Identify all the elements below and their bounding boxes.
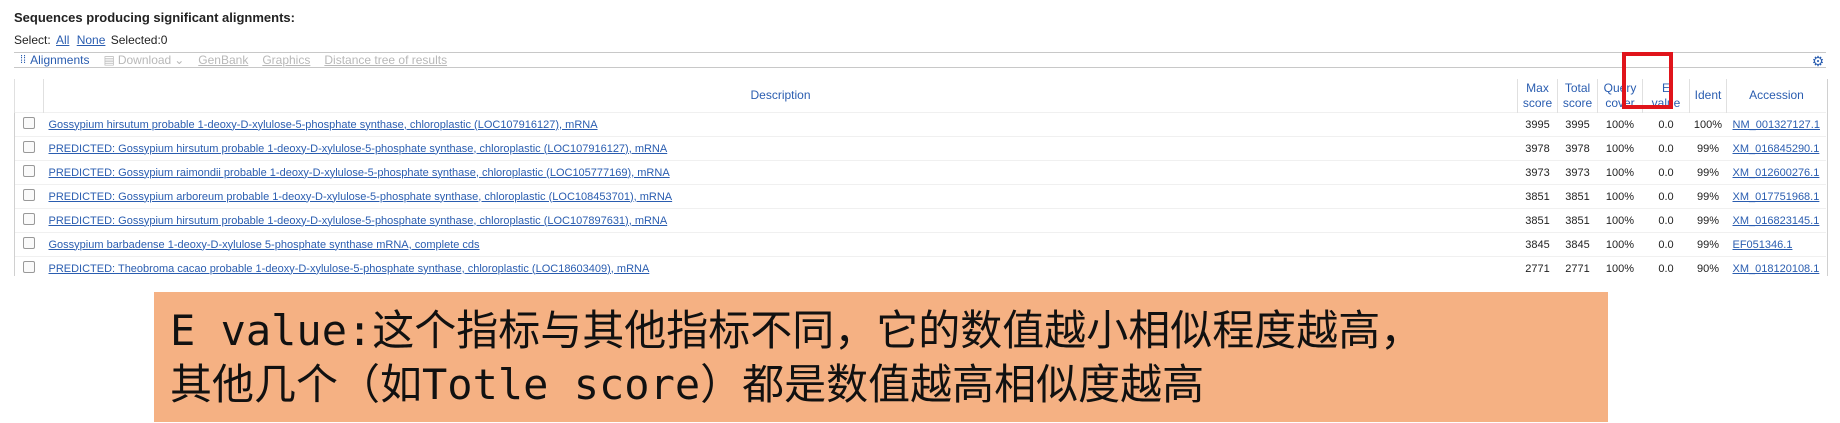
row-checkbox[interactable] (23, 141, 35, 153)
section-heading: Sequences producing significant alignmen… (14, 10, 295, 25)
ident: 100% (1689, 112, 1727, 137)
download-label: Download (117, 53, 172, 67)
query-cover: 100% (1597, 232, 1643, 257)
alignments-icon: ⁞⁞ (20, 54, 27, 66)
accession-link[interactable]: XM_018120108.1 (1733, 263, 1820, 275)
col-max-score[interactable]: Max score (1517, 79, 1558, 113)
download-button[interactable]: ▤ Download ⌄ (104, 53, 185, 67)
total-score: 3845 (1557, 232, 1598, 257)
select-all-link[interactable]: All (56, 33, 69, 47)
e-value: 0.0 (1642, 232, 1690, 257)
row-checkbox[interactable] (23, 213, 35, 225)
table-row: PREDICTED: Gossypium arboreum probable 1… (14, 184, 1826, 209)
e-value-highlight-box (1622, 52, 1673, 109)
accession-link[interactable]: XM_012600276.1 (1733, 167, 1820, 179)
accession-link[interactable]: XM_016845290.1 (1733, 143, 1820, 155)
selected-count: Selected:0 (110, 33, 168, 47)
description-link[interactable]: PREDICTED: Theobroma cacao probable 1-de… (49, 263, 650, 275)
max-score: 3978 (1517, 136, 1558, 161)
accession-link[interactable]: NM_001327127.1 (1733, 119, 1820, 131)
e-value: 0.0 (1642, 112, 1690, 137)
total-score: 3851 (1557, 208, 1598, 233)
description-link[interactable]: Gossypium barbadense 1-deoxy-D-xylulose … (49, 239, 480, 251)
header-checkbox-col (14, 79, 44, 113)
total-score: 2771 (1557, 256, 1598, 280)
table-row: PREDICTED: Gossypium raimondii probable … (14, 160, 1826, 185)
query-cover: 100% (1597, 208, 1643, 233)
genbank-link[interactable]: GenBank (198, 53, 248, 67)
description-link[interactable]: Gossypium hirsutum probable 1-deoxy-D-xy… (49, 119, 598, 131)
ident: 99% (1689, 232, 1727, 257)
max-score: 3845 (1517, 232, 1558, 257)
alignments-label: Alignments (30, 53, 90, 67)
max-score: 2771 (1517, 256, 1558, 280)
max-score: 3851 (1517, 184, 1558, 209)
table-row: Gossypium barbadense 1-deoxy-D-xylulose … (14, 232, 1826, 257)
ident: 99% (1689, 136, 1727, 161)
e-value: 0.0 (1642, 256, 1690, 280)
select-label: Select: (14, 33, 51, 47)
table-row: PREDICTED: Theobroma cacao probable 1-de… (14, 256, 1826, 280)
col-total-score[interactable]: Total score (1557, 79, 1598, 113)
row-checkbox[interactable] (23, 189, 35, 201)
table-row: PREDICTED: Gossypium hirsutum probable 1… (14, 208, 1826, 233)
row-checkbox[interactable] (23, 261, 35, 273)
total-score: 3995 (1557, 112, 1598, 137)
table-row: PREDICTED: Gossypium hirsutum probable 1… (14, 136, 1826, 161)
download-icon: ▤ (103, 53, 115, 67)
description-link[interactable]: PREDICTED: Gossypium arboreum probable 1… (49, 191, 673, 203)
max-score: 3995 (1517, 112, 1558, 137)
select-bar: Select: All None Selected:0 (14, 33, 167, 47)
ident: 90% (1689, 256, 1727, 280)
alignments-button[interactable]: ⁞⁞ Alignments (20, 53, 90, 67)
description-link[interactable]: PREDICTED: Gossypium hirsutum probable 1… (49, 215, 668, 227)
query-cover: 100% (1597, 136, 1643, 161)
accession-link[interactable]: XM_017751968.1 (1733, 191, 1820, 203)
query-cover: 100% (1597, 184, 1643, 209)
total-score: 3973 (1557, 160, 1598, 185)
distance-tree-link[interactable]: Distance tree of results (324, 53, 447, 67)
table-header-row: Description Max score Total score Query cov… (14, 79, 1826, 113)
row-checkbox[interactable] (23, 117, 35, 129)
e-value: 0.0 (1642, 160, 1690, 185)
col-accession[interactable]: Accession (1726, 79, 1826, 113)
total-score: 3851 (1557, 184, 1598, 209)
query-cover: 100% (1597, 112, 1643, 137)
results-toolbar: ⁞⁞ Alignments ▤ Download ⌄ GenBank Graph… (14, 52, 1826, 69)
e-value: 0.0 (1642, 208, 1690, 233)
col-description[interactable]: Description (43, 79, 1518, 113)
accession-link[interactable]: XM_016823145.1 (1733, 215, 1820, 227)
e-value: 0.0 (1642, 184, 1690, 209)
graphics-link[interactable]: Graphics (262, 53, 310, 67)
note-line-2: 其他几个（如Totle score）都是数值越高相似度越高 (170, 360, 1205, 409)
ident: 99% (1689, 184, 1727, 209)
chevron-down-icon: ⌄ (174, 53, 185, 67)
max-score: 3973 (1517, 160, 1558, 185)
annotation-note: E value:这个指标与其他指标不同，它的数值越小相似程度越高， 其他几个（如… (154, 292, 1608, 422)
description-link[interactable]: PREDICTED: Gossypium raimondii probable … (49, 167, 670, 179)
max-score: 3851 (1517, 208, 1558, 233)
row-checkbox[interactable] (23, 237, 35, 249)
total-score: 3978 (1557, 136, 1598, 161)
gear-icon[interactable]: ⚙ (1810, 53, 1826, 69)
accession-link[interactable]: EF051346.1 (1733, 239, 1793, 251)
e-value: 0.0 (1642, 136, 1690, 161)
ident: 99% (1689, 208, 1727, 233)
query-cover: 100% (1597, 160, 1643, 185)
query-cover: 100% (1597, 256, 1643, 280)
select-none-link[interactable]: None (77, 33, 106, 47)
ident: 99% (1689, 160, 1727, 185)
row-checkbox[interactable] (23, 165, 35, 177)
results-table: Description Max score Total score Query cov… (14, 79, 1826, 280)
col-ident[interactable]: Ident (1689, 79, 1727, 113)
description-link[interactable]: PREDICTED: Gossypium hirsutum probable 1… (49, 143, 668, 155)
note-line-1: E value:这个指标与其他指标不同，它的数值越小相似程度越高， (170, 306, 1423, 355)
table-row: Gossypium hirsutum probable 1-deoxy-D-xy… (14, 112, 1826, 137)
